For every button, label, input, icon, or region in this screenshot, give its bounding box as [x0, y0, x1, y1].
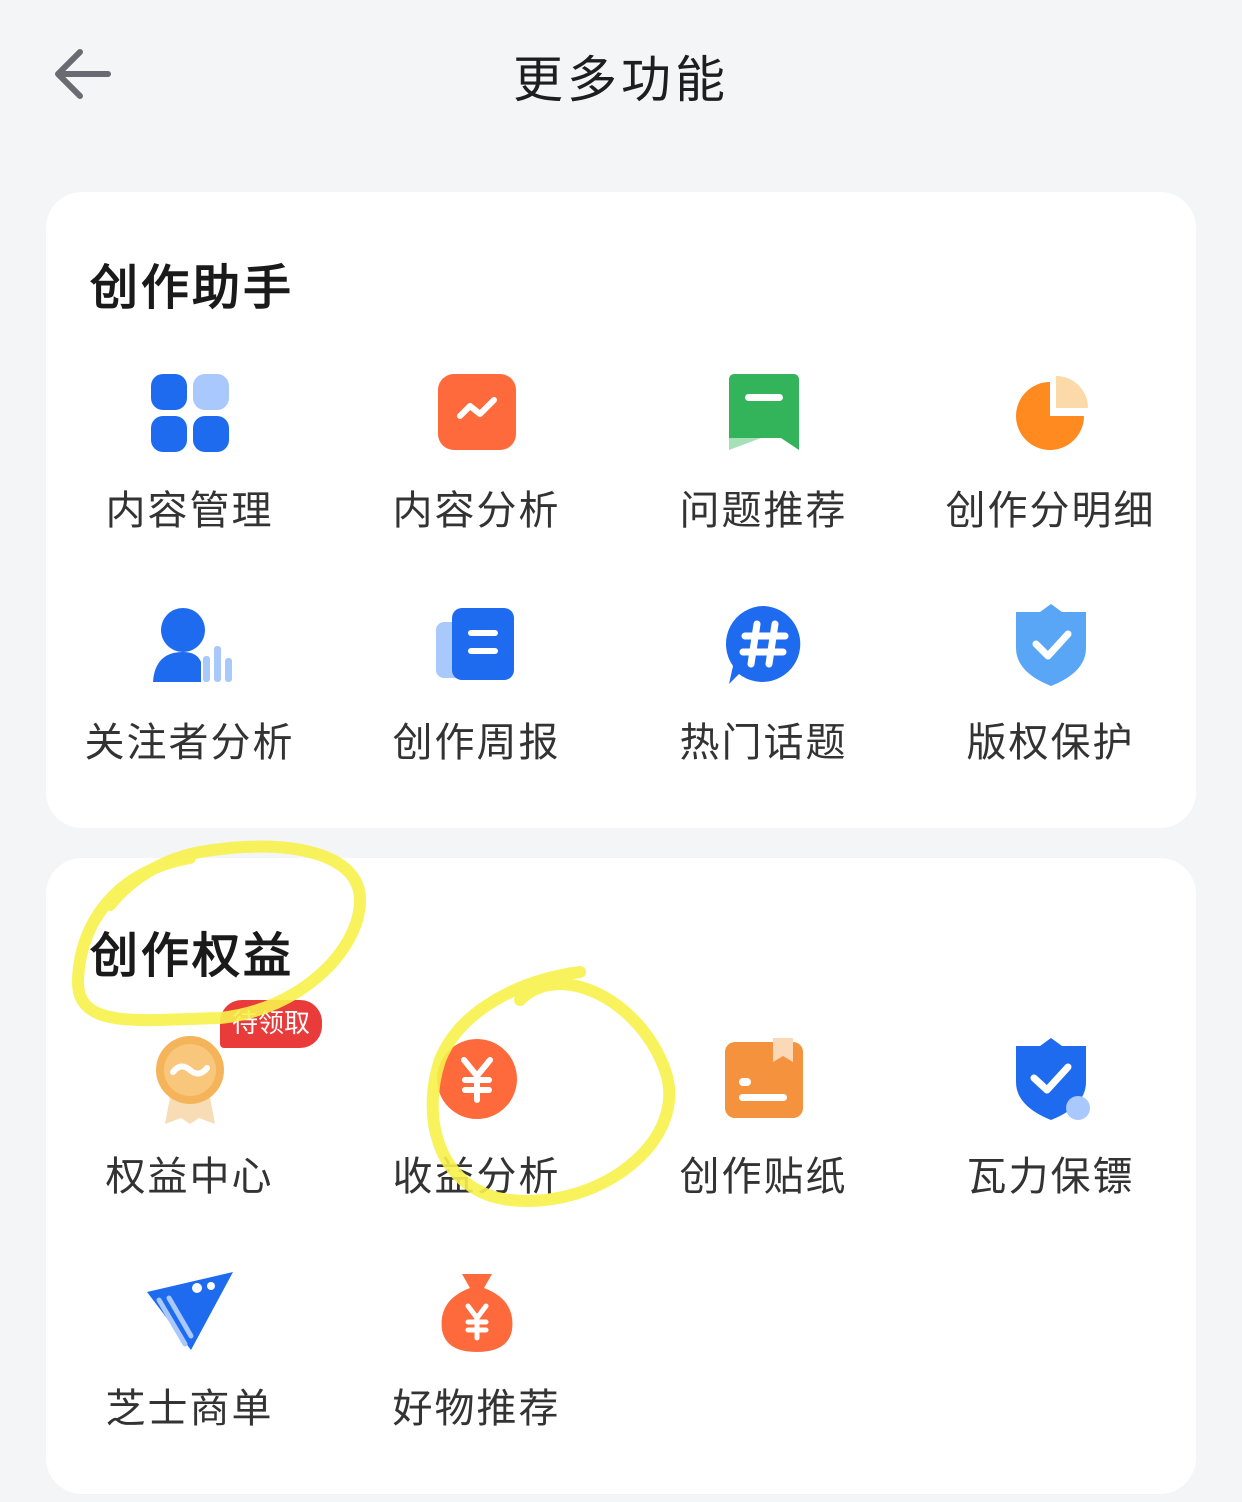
feature-content-analysis[interactable]: 内容分析: [333, 368, 620, 568]
hot-topic-icon: [725, 606, 800, 684]
score-detail-icon: [1015, 376, 1088, 450]
feature-label: 创作贴纸: [679, 1154, 848, 1200]
feature-label: 热门话题: [679, 720, 848, 766]
feature-content-manage[interactable]: 内容管理: [46, 368, 333, 568]
feature-bodyguard[interactable]: 瓦力保镖: [907, 1034, 1194, 1234]
cheese-order-icon: [146, 1272, 233, 1350]
feature-label: 内容管理: [105, 488, 274, 534]
section-title: 创作助手: [90, 260, 295, 316]
follower-analysis-icon: [152, 608, 232, 682]
feature-label: 内容分析: [392, 488, 561, 534]
feature-label: 关注者分析: [84, 720, 295, 766]
bodyguard-icon: [1015, 1038, 1090, 1120]
header: 更多功能: [0, 0, 1242, 150]
goods-recommend-icon: [441, 1274, 512, 1352]
feature-rights-center[interactable]: 待领取 权益中心: [46, 1000, 333, 1234]
question-recommend-icon: [728, 374, 799, 450]
copyright-icon: [1015, 604, 1086, 686]
rights-center-icon: [155, 1036, 224, 1124]
content-analysis-icon: [437, 374, 516, 450]
feature-label: 创作分明细: [945, 488, 1156, 534]
feature-label: 权益中心: [105, 1154, 274, 1200]
creation-assistant-card: 创作助手 内容管理 内容分析 问题推荐 创作分明细 关注者分析 创作周报 热门话…: [46, 192, 1196, 828]
feature-label: 问题推荐: [679, 488, 848, 534]
feature-sticker[interactable]: 创作贴纸: [620, 1034, 907, 1234]
feature-follower-analysis[interactable]: 关注者分析: [46, 600, 333, 800]
content-manage-icon: [150, 374, 229, 452]
income-analysis-icon: [436, 1039, 517, 1119]
feature-score-detail[interactable]: 创作分明细: [907, 368, 1194, 568]
feature-question-recommend[interactable]: 问题推荐: [620, 368, 907, 568]
feature-label: 瓦力保镖: [966, 1154, 1135, 1200]
feature-income-analysis[interactable]: 收益分析: [333, 1034, 620, 1234]
creation-rights-card: 创作权益 待领取 权益中心 收益分析 创作贴纸 瓦力保镖 芝士商单 好物推荐: [46, 858, 1196, 1494]
feature-cheese-order[interactable]: 芝士商单: [46, 1266, 333, 1466]
section-title: 创作权益: [90, 928, 295, 984]
feature-label: 好物推荐: [392, 1386, 561, 1432]
feature-label: 芝士商单: [105, 1386, 274, 1432]
feature-label: 创作周报: [392, 720, 561, 766]
feature-label: 版权保护: [966, 720, 1135, 766]
page-title: 更多功能: [513, 51, 729, 109]
feature-label: 收益分析: [392, 1154, 561, 1200]
sticker-icon: [724, 1038, 803, 1118]
status-badge: 待领取: [220, 1000, 323, 1048]
feature-copyright[interactable]: 版权保护: [907, 600, 1194, 800]
feature-goods-recommend[interactable]: 好物推荐: [333, 1266, 620, 1466]
feature-hot-topic[interactable]: 热门话题: [620, 600, 907, 800]
more-features-page: 更多功能 创作助手 内容管理 内容分析 问题推荐 创作分明细 关注者分析 创作周…: [0, 0, 1242, 1502]
weekly-report-icon: [435, 608, 514, 680]
feature-weekly-report[interactable]: 创作周报: [333, 600, 620, 800]
